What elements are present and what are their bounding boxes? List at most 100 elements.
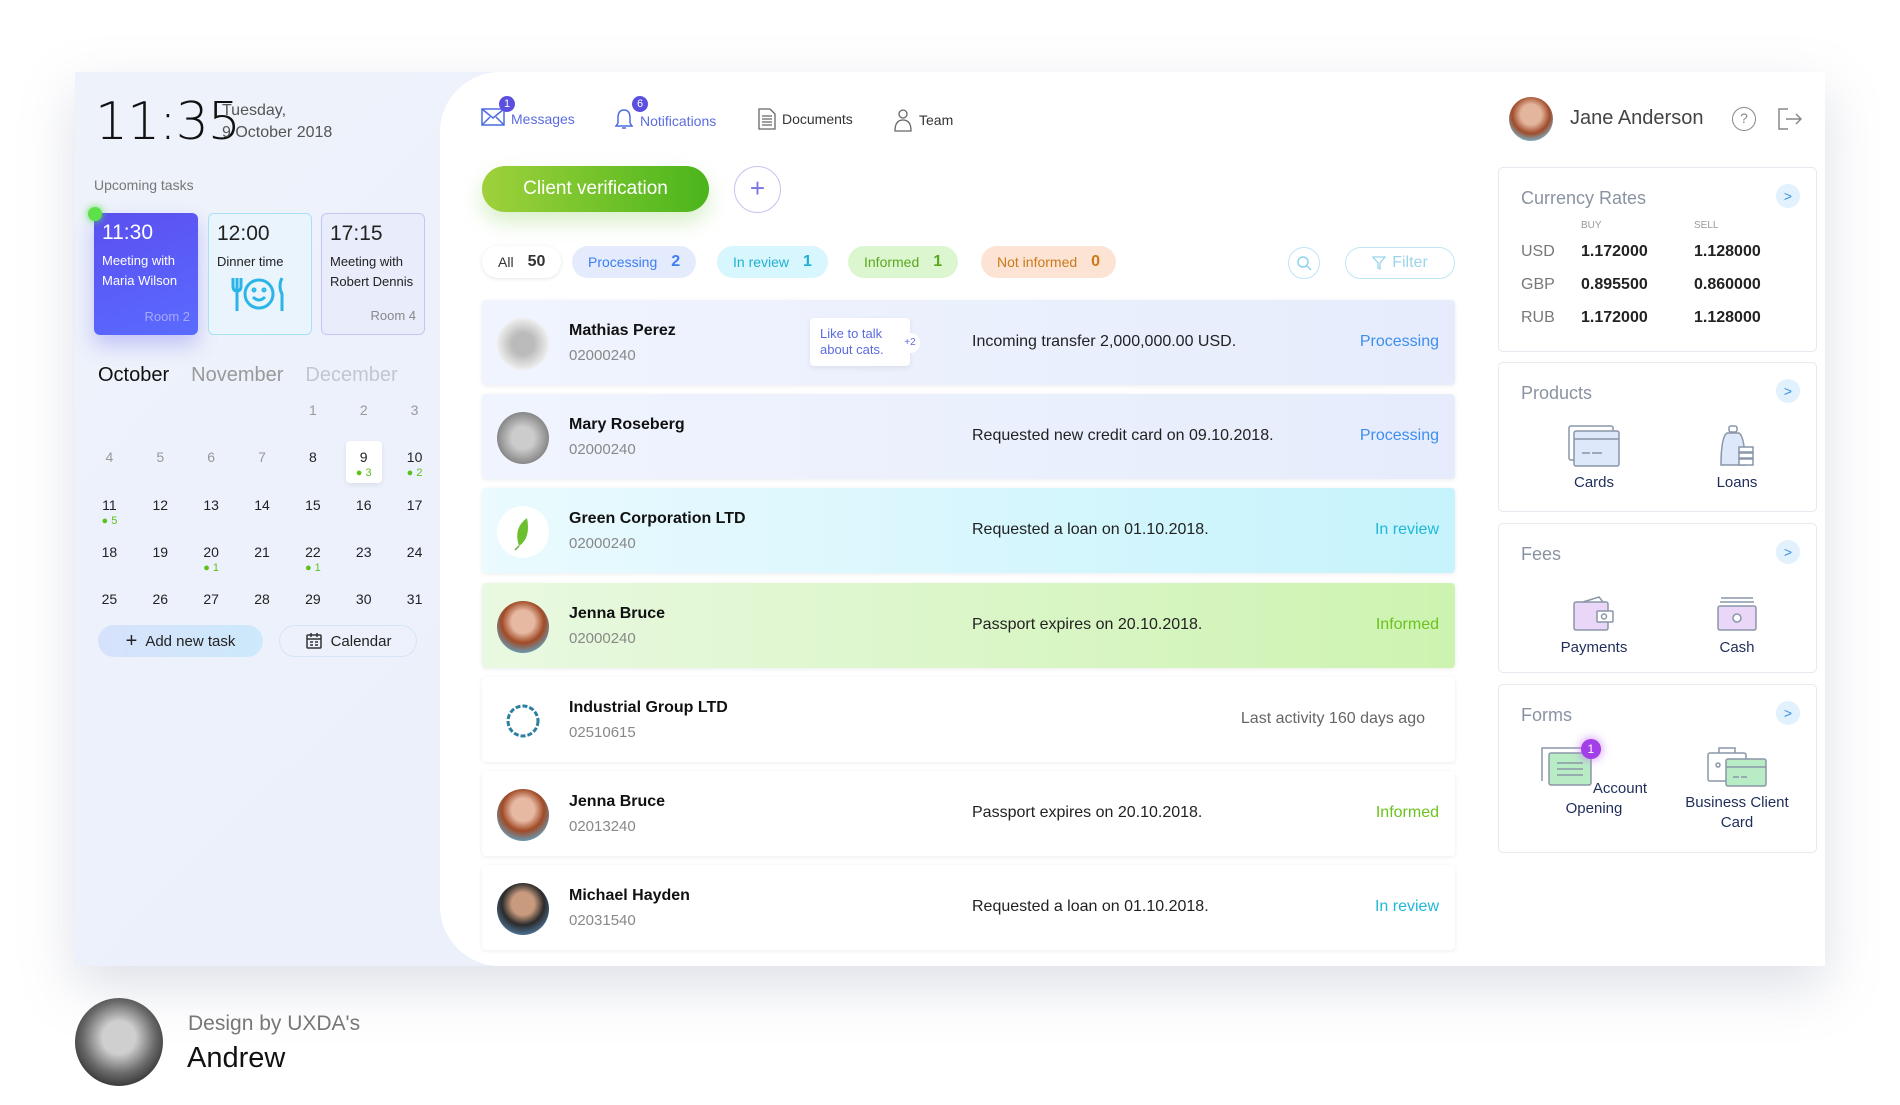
calendar-day[interactable]: 25	[84, 589, 135, 624]
client-row[interactable]: Mathias Perez 02000240 Like to talk abou…	[482, 300, 1455, 385]
client-row[interactable]: Mary Roseberg 02000240 Requested new cre…	[482, 394, 1455, 480]
clock-time: 11:35	[95, 92, 241, 152]
client-row[interactable]: Jenna Bruce 02000240 Passport expires on…	[482, 582, 1455, 668]
nav-documents[interactable]: Documents	[758, 108, 853, 130]
calendar-day[interactable]: 10 ● 2	[389, 447, 440, 482]
client-message: Requested a loan on 01.10.2018.	[972, 898, 1209, 916]
calendar-day[interactable]: 6	[186, 447, 237, 482]
fee-payments[interactable]: Payments	[1529, 596, 1659, 658]
task-room: Room 2	[144, 309, 190, 324]
client-row[interactable]: Michael Hayden 02031540 Requested a loan…	[482, 865, 1455, 951]
calendar-day[interactable]: 11 ● 5	[84, 495, 135, 530]
calendar-day[interactable]: 22 ● 1	[287, 542, 338, 577]
more-notes-badge[interactable]: +2	[900, 333, 920, 353]
calendar-day[interactable]: 12	[135, 495, 186, 530]
status-label: Processing	[1359, 333, 1439, 350]
document-icon	[758, 108, 776, 130]
calendar-day[interactable]: 4	[84, 447, 135, 482]
calendar-day[interactable]: 20 ● 1	[186, 542, 237, 577]
product-loans[interactable]: Loans	[1672, 425, 1802, 493]
client-row[interactable]: Green Corporation LTD 02000240 Requested…	[482, 488, 1455, 574]
calendar-day[interactable]: 23	[338, 542, 389, 577]
nav-notifications[interactable]: 6 Notifications	[614, 96, 716, 133]
day-number: 29	[305, 591, 321, 607]
client-verification-button[interactable]: Client verification	[482, 166, 709, 212]
person-icon	[894, 109, 912, 132]
search-button[interactable]	[1288, 247, 1320, 279]
product-cards[interactable]: Cards	[1529, 425, 1659, 493]
task-card[interactable]: 17:15 Meeting with Robert Dennis Room 4	[321, 213, 425, 335]
add-new-task-button[interactable]: + Add new task	[98, 625, 263, 657]
task-card[interactable]: 12:00 Dinner time	[208, 213, 312, 335]
form-business-client-card[interactable]: Business Client Card	[1672, 747, 1802, 833]
month-tab[interactable]: December	[305, 364, 397, 386]
chevron-right-icon[interactable]: >	[1776, 701, 1800, 725]
filter-label: Informed	[864, 254, 920, 270]
calendar-day[interactable]: 26	[135, 589, 186, 624]
chevron-right-icon[interactable]: >	[1776, 540, 1800, 564]
calendar-day[interactable]: 14	[237, 495, 288, 530]
task-card[interactable]: 11:30 Meeting with Maria Wilson Room 2	[88, 207, 198, 335]
calendar-day[interactable]: 5	[135, 447, 186, 482]
calendar-day[interactable]: 3	[389, 400, 440, 435]
client-name: Mathias Perez	[569, 322, 676, 339]
filter-button[interactable]: Filter	[1345, 247, 1455, 279]
chevron-right-icon[interactable]: >	[1776, 184, 1800, 208]
calendar-day[interactable]: 1	[287, 400, 338, 435]
calendar-day[interactable]: 16	[338, 495, 389, 530]
chevron-right-icon[interactable]: >	[1776, 379, 1800, 403]
client-name: Michael Hayden	[569, 887, 690, 905]
calendar-day[interactable]: 2	[338, 400, 389, 435]
calendar-day[interactable]: 8	[287, 447, 338, 482]
card-title: Currency Rates	[1521, 188, 1647, 208]
calendar-day[interactable]: 17	[389, 495, 440, 530]
fee-cash[interactable]: Cash	[1672, 596, 1802, 658]
date: 9 October 2018	[222, 124, 333, 141]
filter-tab[interactable]: In review 1	[717, 246, 828, 278]
help-icon[interactable]: ?	[1732, 107, 1756, 131]
calendar-day[interactable]: 27	[186, 589, 237, 624]
month-tab[interactable]: November	[191, 364, 283, 386]
status-label: Processing	[1359, 427, 1439, 445]
calendar-day[interactable]: 29	[287, 589, 338, 624]
day-number: 26	[152, 591, 169, 607]
day-number: 11	[102, 497, 117, 513]
filter-tab[interactable]: Processing 2	[572, 246, 697, 278]
calendar-day[interactable]: 21	[237, 542, 288, 577]
calendar-day[interactable]: 9 ● 3	[345, 441, 382, 483]
buy-header: BUY	[1581, 220, 1602, 231]
task-title: Meeting with Maria Wilson	[102, 253, 178, 288]
day-number: 31	[406, 591, 423, 607]
add-button[interactable]: +	[734, 166, 781, 213]
calendar-day[interactable]: 18	[84, 542, 135, 577]
filter-tab[interactable]: Not informed 0	[981, 246, 1117, 278]
calendar-day[interactable]: 30	[338, 589, 389, 624]
client-note[interactable]: Like to talk about cats.	[810, 318, 910, 366]
upcoming-tasks-label: Upcoming tasks	[94, 177, 194, 193]
client-row[interactable]: Industrial Group LTD 02510615 Last activ…	[482, 676, 1455, 762]
client-row[interactable]: Jenna Bruce 02013240 Passport expires on…	[482, 771, 1455, 856]
day-number: 25	[101, 591, 118, 607]
calendar-day[interactable]: 19	[135, 542, 186, 577]
user-avatar[interactable]	[1509, 97, 1553, 141]
calendar-day[interactable]: 15	[287, 495, 338, 530]
month-tab[interactable]: October	[98, 364, 169, 386]
logout-icon[interactable]	[1778, 108, 1802, 130]
nav-label: Messages	[511, 110, 575, 127]
nav-label: Documents	[782, 111, 853, 127]
calendar-day[interactable]: 7	[237, 447, 288, 482]
calendar-button[interactable]: Calendar	[279, 625, 417, 657]
calendar-day[interactable]: 31	[389, 589, 440, 624]
form-account-opening[interactable]: 1 Account Opening	[1529, 739, 1659, 819]
dinner-icon	[231, 277, 284, 311]
calendar-day[interactable]: 13	[186, 495, 237, 530]
filter-tab[interactable]: Informed 1	[848, 246, 959, 278]
filter-tab[interactable]: All 50	[482, 246, 562, 278]
nav-team[interactable]: Team	[893, 108, 953, 132]
user-name[interactable]: Jane Anderson	[1570, 107, 1703, 130]
client-id: 02000240	[569, 441, 636, 459]
currency-code: RUB	[1521, 309, 1555, 326]
nav-messages[interactable]: 1 Messages	[481, 96, 575, 129]
calendar-day[interactable]: 24	[389, 542, 440, 577]
calendar-day[interactable]: 28	[237, 589, 288, 624]
